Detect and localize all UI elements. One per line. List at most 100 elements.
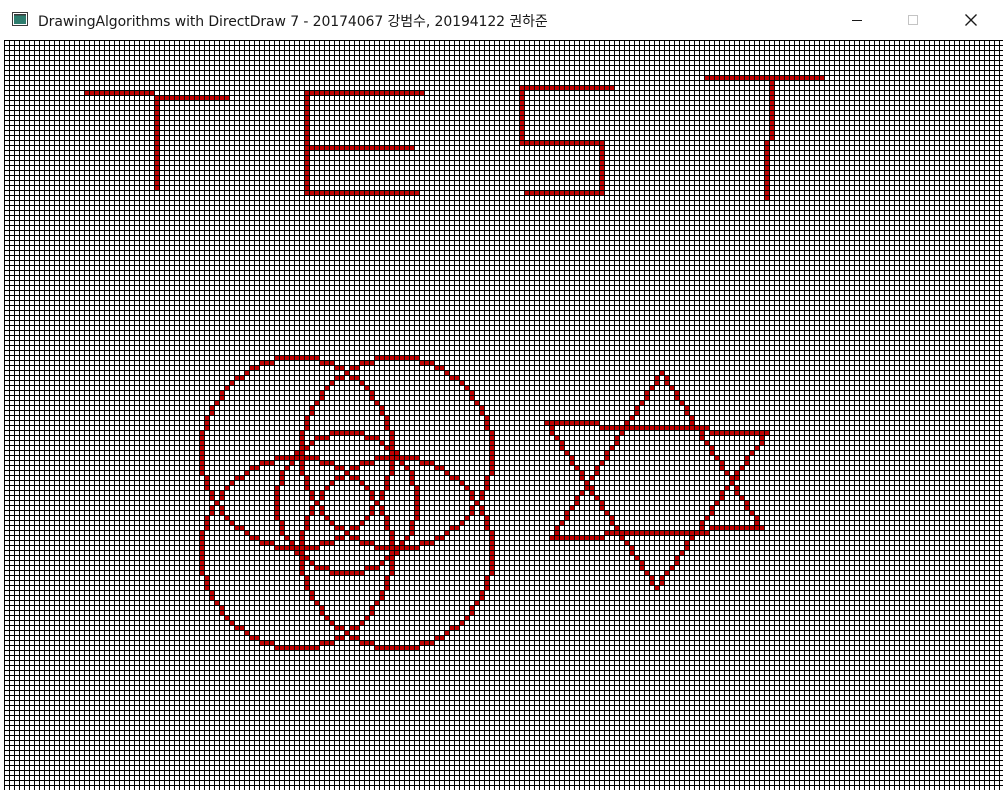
red-pixel [570,191,574,195]
red-pixel [305,546,309,550]
red-pixel [575,536,579,540]
red-pixel [335,526,339,530]
red-pixel [340,431,344,435]
red-pixel [390,566,394,570]
red-pixel [275,646,279,650]
red-pixel [445,531,449,535]
red-pixel [310,491,314,495]
red-pixel [230,381,234,385]
drawing-canvas[interactable] [4,40,1003,790]
red-pixel [185,96,189,100]
red-pixel [625,421,629,425]
red-pixel [345,191,349,195]
red-pixel [415,506,419,510]
red-pixel [385,421,389,425]
red-pixel [590,486,594,490]
window-app-icon[interactable] [12,11,28,27]
red-pixel [305,136,309,140]
red-pixel [355,191,359,195]
red-pixel [560,86,564,90]
red-pixel [240,376,244,380]
red-pixel [315,646,319,650]
red-pixel [370,436,374,440]
red-pixel [310,91,314,95]
red-pixel [155,141,159,145]
red-pixel [360,481,364,485]
red-pixel [325,146,329,150]
red-pixel [750,431,754,435]
red-pixel [400,541,404,545]
red-pixel [490,461,494,465]
red-pixel [745,456,749,460]
title-bar[interactable]: DrawingAlgorithms with DirectDraw 7 - 20… [0,0,1003,40]
red-pixel [490,456,494,460]
red-pixel [600,171,604,175]
red-pixel [330,461,334,465]
red-pixel [560,441,564,445]
red-pixel [370,511,374,515]
red-pixel [720,466,724,470]
red-pixel [475,601,479,605]
red-pixel [480,596,484,600]
red-pixel [225,486,229,490]
red-pixel [275,506,279,510]
red-pixel [360,191,364,195]
red-pixel [355,571,359,575]
red-pixel [305,126,309,130]
red-pixel [585,536,589,540]
red-pixel [670,386,674,390]
red-pixel [305,191,309,195]
red-pixel [610,521,614,525]
red-pixel [155,106,159,110]
red-pixel [470,491,474,495]
red-pixel [430,361,434,365]
red-pixel [765,146,769,150]
red-pixel [205,421,209,425]
red-pixel [380,511,384,515]
close-button[interactable] [948,0,994,40]
red-pixel [595,496,599,500]
red-pixel [310,506,314,510]
red-pixel [490,566,494,570]
maximize-button[interactable] [890,0,936,40]
red-pixel [745,76,749,80]
red-pixel [315,146,319,150]
red-pixel [440,366,444,370]
red-pixel [685,541,689,545]
red-pixel [155,181,159,185]
red-pixel [275,546,279,550]
red-pixel [425,461,429,465]
red-pixel [335,536,339,540]
red-pixel [375,191,379,195]
red-pixel [665,531,669,535]
red-pixel [200,436,204,440]
red-pixel [470,506,474,510]
red-pixel [760,526,764,530]
red-pixel [320,611,324,615]
red-pixel [235,376,239,380]
red-pixel [630,426,634,430]
red-pixel [650,386,654,390]
red-pixel [310,496,314,500]
red-pixel [320,566,324,570]
red-pixel [760,441,764,445]
red-pixel [365,616,369,620]
red-pixel [565,191,569,195]
red-pixel [280,481,284,485]
red-pixel [155,101,159,105]
red-pixel [485,476,489,480]
red-pixel [295,451,299,455]
red-pixel [255,466,259,470]
red-pixel [300,536,304,540]
red-pixel [275,501,279,505]
red-pixel [665,426,669,430]
red-pixel [305,156,309,160]
minimize-button[interactable] [834,0,880,40]
red-pixel [335,146,339,150]
red-pixel [680,531,684,535]
red-pixel [535,191,539,195]
red-pixel [370,146,374,150]
red-pixel [590,191,594,195]
red-pixel [580,536,584,540]
red-pixel [200,561,204,565]
